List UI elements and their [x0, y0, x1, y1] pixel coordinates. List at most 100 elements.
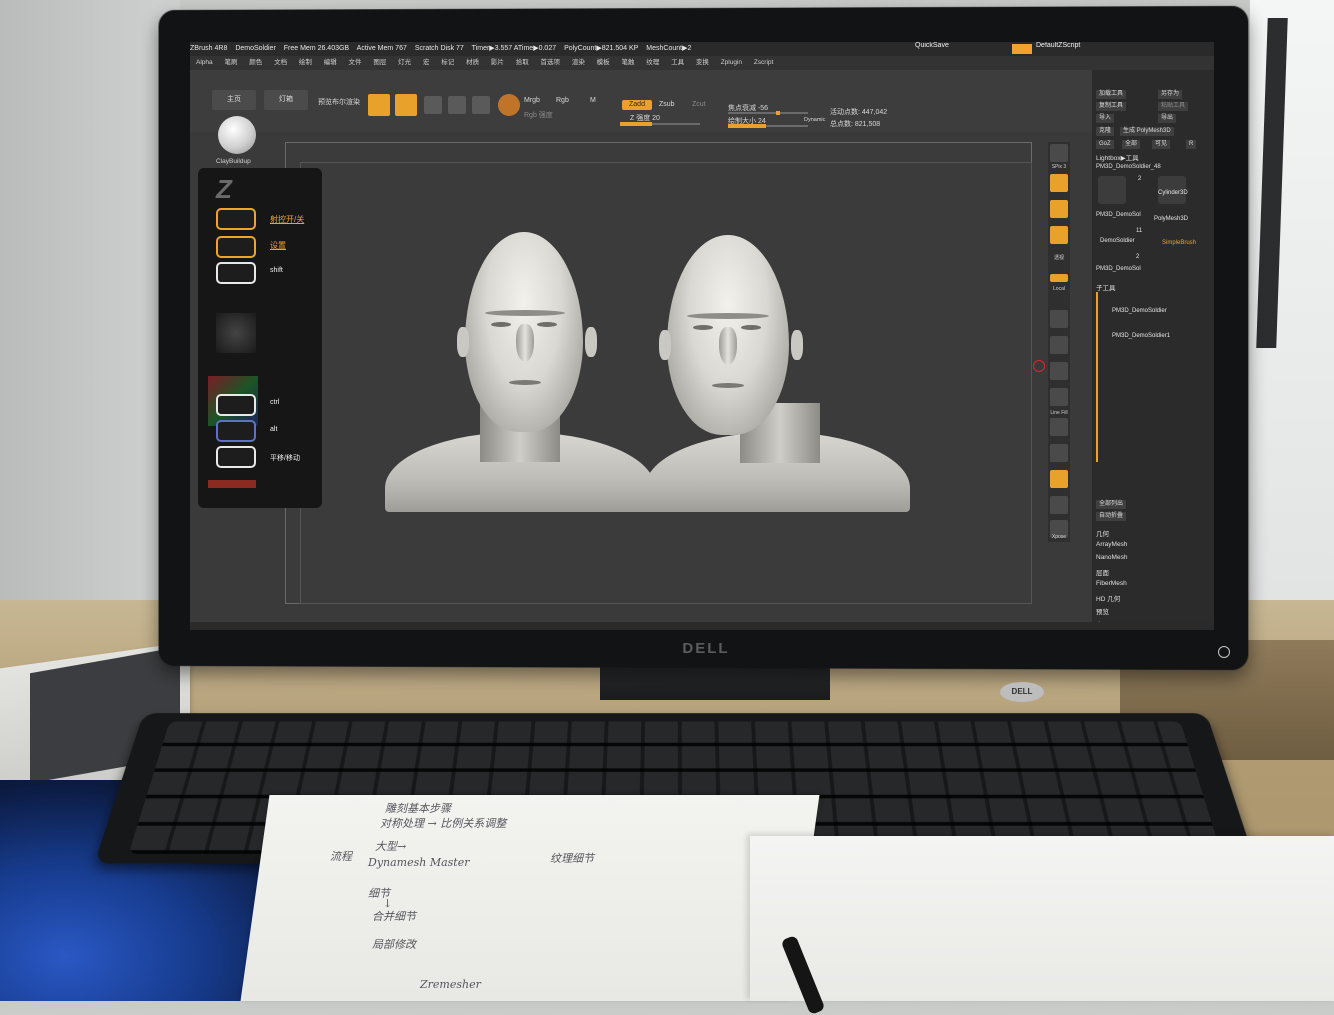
home-button[interactable]: 主页 [212, 90, 256, 110]
rotate-view-icon[interactable] [1050, 388, 1068, 406]
mrgb-button[interactable]: Mrgb [524, 97, 540, 104]
xyz-icon[interactable] [1050, 310, 1068, 328]
menu-edit[interactable]: 编辑 [324, 59, 337, 66]
menu-material[interactable]: 材质 [466, 59, 479, 66]
rgb-intensity-label[interactable]: Rgb 强度 [524, 110, 553, 120]
bpr-icon[interactable] [1050, 144, 1068, 162]
polyf-icon[interactable] [1050, 418, 1068, 436]
menu-transform[interactable]: 变换 [696, 59, 709, 66]
draw-mode-icon[interactable] [395, 94, 417, 116]
scale-icon[interactable] [448, 96, 466, 114]
menu-stencil[interactable]: 模板 [597, 59, 610, 66]
spix-label[interactable]: SPix 3 [1048, 164, 1070, 170]
menu-marker[interactable]: 标记 [441, 59, 454, 66]
focal-shift-slider[interactable] [728, 111, 808, 115]
clone-button[interactable]: 克隆 [1096, 127, 1115, 136]
import-button[interactable]: 导入 [1096, 114, 1115, 123]
subtool-scrollbar[interactable] [1096, 292, 1098, 462]
brush-thumbnail[interactable] [218, 116, 256, 154]
menu-picker[interactable]: 拾取 [516, 59, 529, 66]
orange-chip[interactable] [1012, 44, 1032, 54]
load-tool-button[interactable]: 加载工具 [1096, 90, 1127, 99]
section-nanomesh[interactable]: NanoMesh [1096, 554, 1127, 561]
menu-alpha[interactable]: Alpha [196, 59, 213, 66]
solo-icon[interactable] [1050, 470, 1068, 488]
menu-light[interactable]: 灯光 [398, 59, 411, 66]
menu-file[interactable]: 文件 [349, 59, 362, 66]
zsub-button[interactable]: Zsub [659, 101, 675, 108]
xpose-label[interactable]: Xpose [1048, 534, 1070, 540]
linefill-label[interactable]: Line Fill [1048, 410, 1070, 416]
key-alt-icon[interactable] [216, 420, 256, 442]
scroll-icon[interactable] [1050, 174, 1068, 192]
edit-mode-icon[interactable] [368, 94, 390, 116]
menu-layer[interactable]: 图层 [373, 59, 386, 66]
key-shift-icon[interactable] [216, 262, 256, 284]
save-as-button[interactable]: 另存为 [1158, 90, 1183, 99]
paste-tool-button[interactable]: 粘贴工具 [1158, 102, 1189, 111]
frame-icon[interactable] [1050, 336, 1068, 354]
script-label[interactable]: DefaultZScript [1036, 42, 1080, 49]
subtool-row-0[interactable]: PM3D_DemoSoldier [1112, 308, 1167, 314]
all-button[interactable]: 全部 [1122, 140, 1141, 149]
menu-stroke[interactable]: 笔触 [621, 59, 634, 66]
section-hd-geometry[interactable]: HD 几何 [1096, 593, 1120, 603]
zoom-icon[interactable] [1050, 200, 1068, 218]
key-ctrl-icon[interactable] [216, 394, 256, 416]
current-tool-name[interactable]: PM3D_DemoSoldier_48 [1096, 164, 1161, 170]
menu-color[interactable]: 颜色 [249, 59, 262, 66]
menu-macro[interactable]: 宏 [423, 59, 430, 66]
key-pan-icon[interactable] [216, 446, 256, 468]
move-view-icon[interactable] [1050, 362, 1068, 380]
transp-icon[interactable] [1050, 444, 1068, 462]
section-arraymesh[interactable]: ArrayMesh [1096, 541, 1127, 548]
menu-document[interactable]: 文档 [274, 59, 287, 66]
actual-icon[interactable] [1050, 226, 1068, 244]
rgb-button[interactable]: Rgb [556, 97, 569, 104]
copy-tool-button[interactable]: 复制工具 [1096, 102, 1127, 111]
menu-zscript[interactable]: Zscript [754, 59, 774, 66]
zadd-button[interactable]: Zadd [622, 100, 652, 110]
persp-label[interactable]: 透视 [1048, 254, 1070, 261]
menu-draw[interactable]: 绘制 [299, 59, 312, 66]
ghost-icon[interactable] [1050, 496, 1068, 514]
floor-icon[interactable] [1050, 274, 1068, 282]
section-fibermesh[interactable]: FiberMesh [1096, 580, 1127, 587]
subtool-row-1[interactable]: PM3D_DemoSoldier1 [1112, 333, 1170, 339]
tool-thumb-pm3d[interactable] [1098, 176, 1126, 204]
move-icon[interactable] [424, 96, 442, 114]
zcut-button[interactable]: Zcut [692, 101, 706, 108]
lightbox-tools[interactable]: Lightbox▶工具 [1096, 152, 1139, 162]
arrow-tool-icon[interactable] [1098, 222, 1126, 250]
rotate-icon[interactable] [472, 96, 490, 114]
dynamic-button[interactable]: Dynamic [804, 117, 825, 123]
list-all-button[interactable]: 全部列出 [1096, 500, 1127, 509]
section-layers[interactable]: 层面 [1096, 567, 1109, 577]
z-intensity-slider[interactable] [620, 122, 700, 126]
menu-render[interactable]: 渲染 [572, 59, 585, 66]
preview-boolean-button[interactable]: 预览布尔渲染 [318, 97, 360, 107]
power-icon[interactable] [1218, 646, 1230, 658]
key-toggle-icon[interactable] [216, 208, 256, 230]
make-polymesh-button[interactable]: 生成 PolyMesh3D [1120, 127, 1174, 136]
m-button[interactable]: M [590, 97, 596, 104]
visible-button[interactable]: 可见 [1152, 140, 1171, 149]
lightbox-button[interactable]: 灯箱 [264, 90, 308, 110]
quicksave-button[interactable]: QuickSave [915, 42, 949, 49]
menu-texture[interactable]: 纹理 [646, 59, 659, 66]
menu-zplugin[interactable]: Zplugin [721, 59, 742, 66]
menu-tool[interactable]: 工具 [671, 59, 684, 66]
export-button[interactable]: 导出 [1158, 114, 1177, 123]
menu-movie[interactable]: 影片 [491, 59, 504, 66]
r-button[interactable]: R [1186, 140, 1197, 149]
key-settings-icon[interactable] [216, 236, 256, 258]
section-geometry[interactable]: 几何 [1096, 528, 1109, 538]
goz-button[interactable]: GoZ [1096, 140, 1114, 149]
head-model-right[interactable] [645, 235, 910, 522]
draw-size-slider[interactable] [728, 124, 808, 128]
section-preview[interactable]: 预览 [1096, 606, 1109, 616]
subtool-header[interactable]: 子工具 [1096, 282, 1116, 292]
head-model-left[interactable] [385, 232, 655, 522]
menu-brush[interactable]: 笔刷 [224, 59, 237, 66]
local-label[interactable]: Local [1048, 286, 1070, 292]
